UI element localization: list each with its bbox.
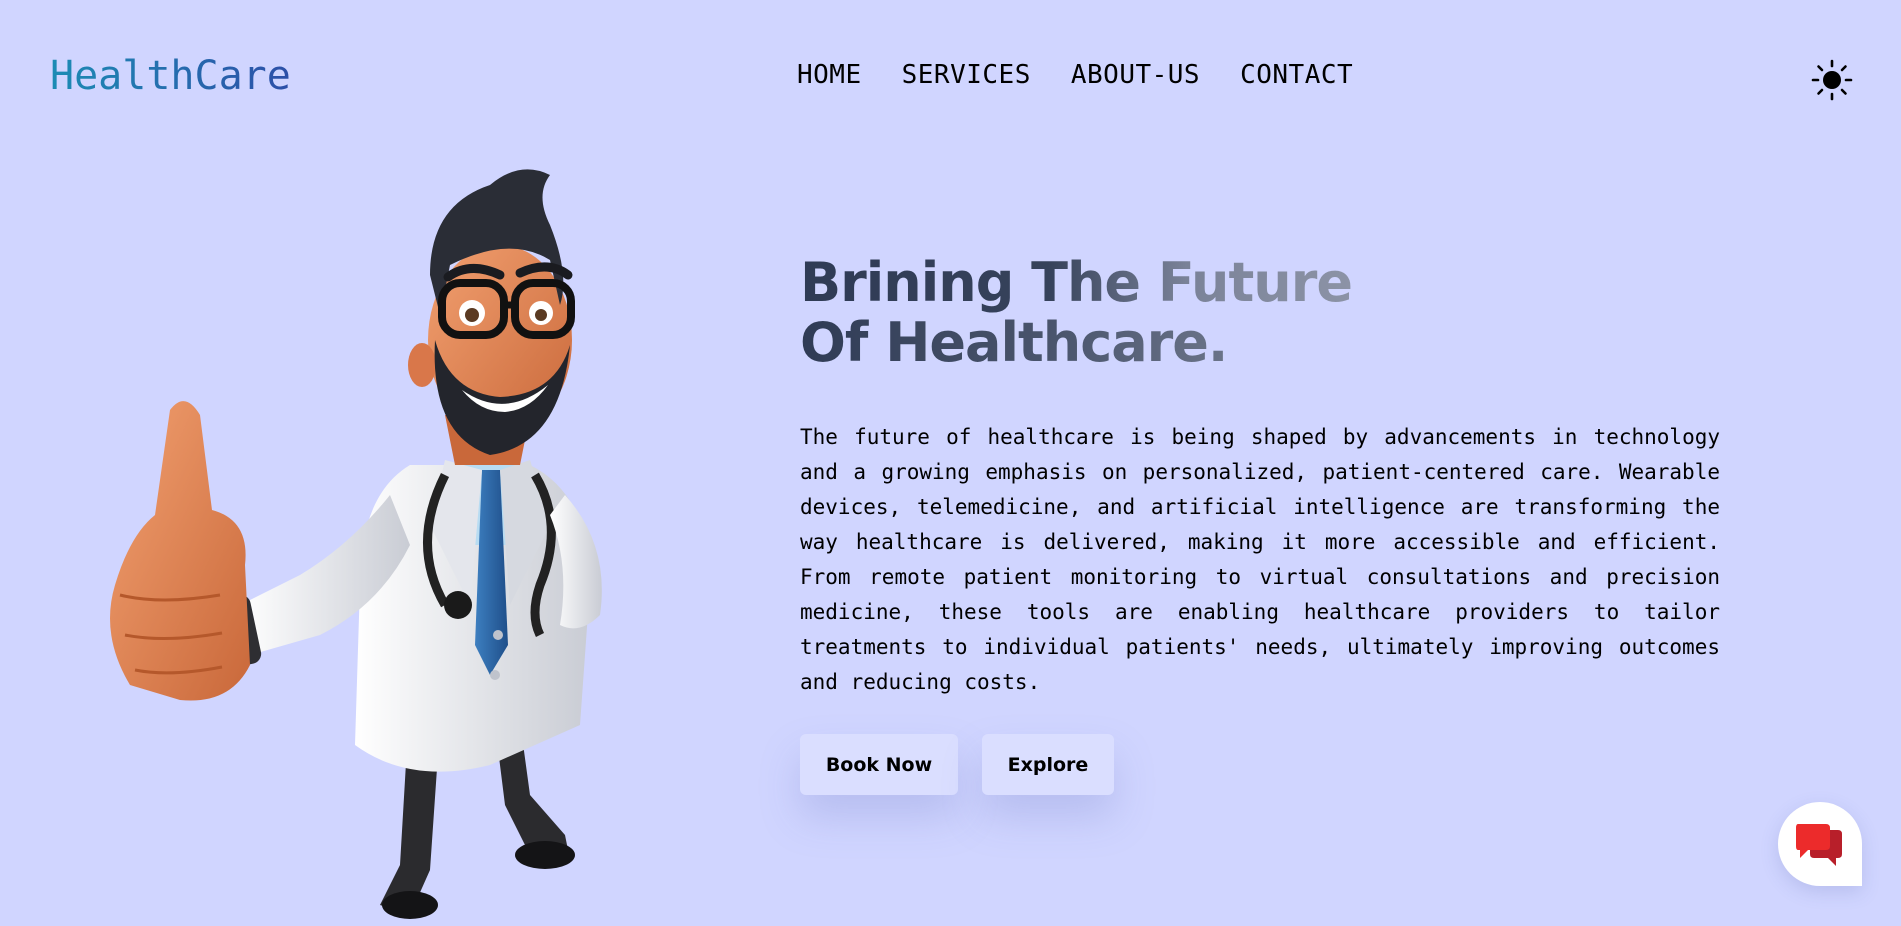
chat-button[interactable] xyxy=(1778,802,1862,886)
hero-description: The future of healthcare is being shaped… xyxy=(800,425,1720,694)
doctor-illustration xyxy=(110,165,630,922)
hero-title-line-2: Of Healthcare. xyxy=(800,311,1228,374)
nav-about-us[interactable]: ABOUT-US xyxy=(1071,58,1200,92)
explore-button[interactable]: Explore xyxy=(982,734,1114,795)
nav-links: HOME SERVICES ABOUT-US CONTACT xyxy=(797,58,1393,92)
hero-title-line-1: Brining The Future xyxy=(800,251,1353,314)
theme-toggle-button[interactable] xyxy=(1810,58,1854,102)
navbar: HealthCare HOME SERVICES ABOUT-US CONTAC… xyxy=(0,0,1901,150)
sun-icon xyxy=(1811,59,1853,101)
nav-home[interactable]: HOME xyxy=(797,58,862,92)
nav-services[interactable]: SERVICES xyxy=(902,58,1031,92)
book-now-button[interactable]: Book Now xyxy=(800,734,958,795)
chat-bubbles-icon xyxy=(1796,824,1842,866)
nav-contact[interactable]: CONTACT xyxy=(1240,58,1353,92)
logo[interactable]: HealthCare xyxy=(50,52,291,100)
hero-title: Brining The Future Of Healthcare. xyxy=(800,251,1353,374)
